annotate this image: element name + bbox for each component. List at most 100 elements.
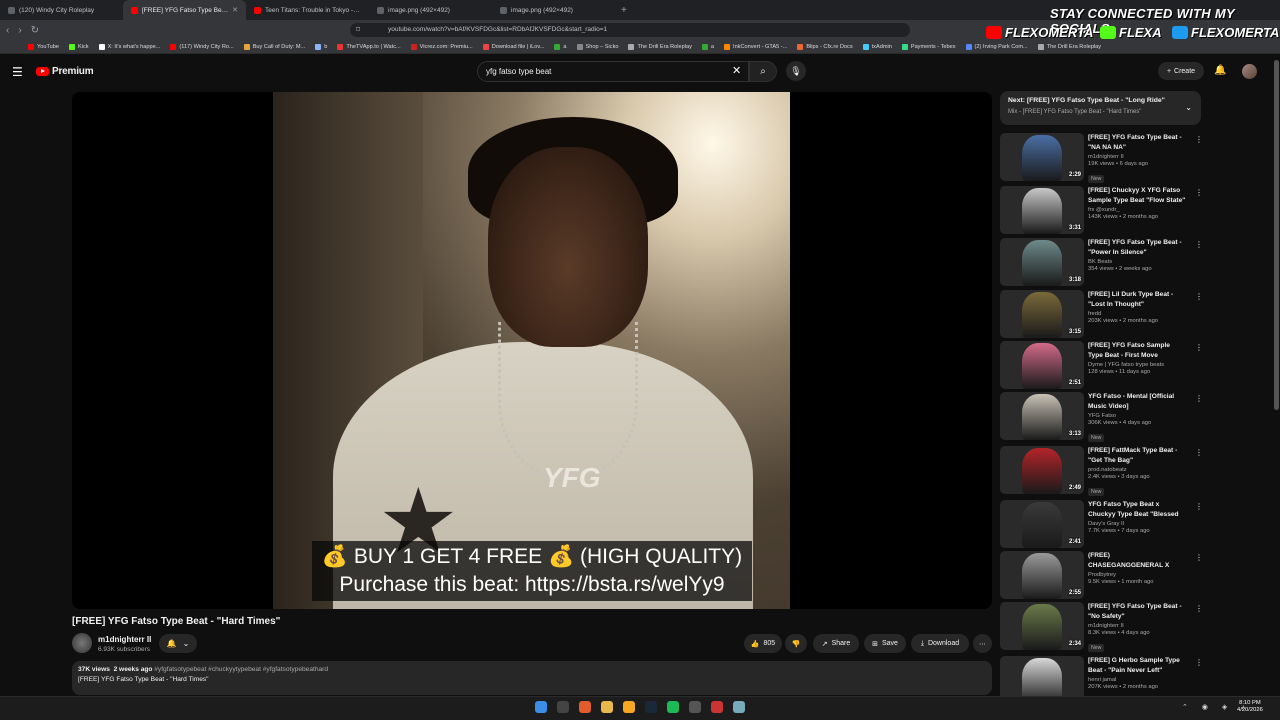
save-button[interactable]: ⊞ Save: [864, 634, 906, 653]
subscribed-button[interactable]: 🔔 ⌄: [159, 634, 197, 653]
windows-start-icon[interactable]: [535, 701, 547, 713]
tab-close-icon[interactable]: ✕: [232, 6, 238, 14]
like-button[interactable]: 👍 805: [744, 634, 782, 653]
video-thumbnail[interactable]: 2:51: [1000, 341, 1084, 389]
bookmark-item[interactable]: Download file | iLov...: [482, 43, 544, 50]
search-input[interactable]: yfg fatso type beat: [477, 61, 749, 82]
hashtags[interactable]: #yfgfatsotypebeat #chuckyytypebeat #yfgf…: [154, 666, 328, 673]
video-player[interactable]: ★ YFG: [72, 92, 992, 609]
youtube-premium-logo[interactable]: Premium: [36, 66, 94, 77]
bookmark-item[interactable]: X: It's what's happe...: [98, 43, 160, 50]
bookmark-item[interactable]: The Drill Era Roleplay: [1037, 43, 1101, 50]
more-options-icon[interactable]: ⋮: [1195, 604, 1203, 613]
recommended-title[interactable]: [FREE] YFG Fatso Type Beat - "NA NA NA": [1088, 133, 1186, 153]
bookmark-item[interactable]: InkConvert - GTA5 -...: [724, 43, 787, 50]
recommended-title[interactable]: [FREE] YFG Fatso Sample Type Beat - Firs…: [1088, 341, 1186, 361]
more-options-icon[interactable]: ⋮: [1195, 394, 1203, 403]
bookmark-item[interactable]: Buy Call of Duty: M...: [243, 43, 305, 50]
app-icon[interactable]: [689, 701, 701, 713]
more-options-icon[interactable]: ⋮: [1195, 553, 1203, 562]
recommended-channel[interactable]: prod.natobeatz: [1088, 467, 1186, 473]
bookmark-item[interactable]: a: [554, 43, 567, 50]
scrollbar-thumb[interactable]: [1274, 60, 1279, 410]
search-icon[interactable]: [557, 701, 569, 713]
video-thumbnail[interactable]: 3:18: [1000, 238, 1084, 286]
address-bar[interactable]: ⌑ youtube.com/watch?v=bAf/KVSFDGc&list=R…: [350, 23, 910, 37]
bookmark-item[interactable]: Shop – Sicko: [576, 43, 618, 50]
bookmark-item[interactable]: YouTube: [28, 43, 59, 50]
recommended-channel[interactable]: Prodbytrey: [1088, 572, 1186, 578]
video-thumbnail[interactable]: 2:34: [1000, 602, 1084, 650]
recommended-video[interactable]: 2:34 [FREE] YFG Fatso Type Beat - "No Saf…: [1000, 602, 1203, 652]
browser-tab[interactable]: (120) Windy City Roleplay: [0, 0, 123, 20]
download-button[interactable]: ⤓ Download: [911, 634, 969, 653]
more-options-icon[interactable]: ⋮: [1195, 343, 1203, 352]
menu-icon[interactable]: ☰: [12, 65, 23, 79]
recommended-channel[interactable]: henri jamal: [1088, 677, 1186, 683]
recommended-channel[interactable]: fredd: [1088, 311, 1186, 317]
notifications-bell-icon[interactable]: 🔔: [1214, 65, 1226, 76]
notepad-icon[interactable]: [733, 701, 745, 713]
app-icon[interactable]: [711, 701, 723, 713]
more-options-icon[interactable]: ⋮: [1195, 135, 1203, 144]
channel-avatar[interactable]: [72, 633, 92, 653]
recommended-title[interactable]: [FREE] G Herbo Sample Type Beat - "Pain …: [1088, 656, 1186, 676]
recommended-video[interactable]: 3:31 [FREE] Chuckyy X YFG Fatso Sample Ty…: [1000, 186, 1203, 236]
recommended-title[interactable]: [FREE] YFG Fatso Type Beat - "Power In S…: [1088, 238, 1186, 258]
create-button[interactable]: + Create: [1158, 62, 1204, 80]
spotify-icon[interactable]: [667, 701, 679, 713]
recommended-channel[interactable]: YFG Fatso: [1088, 413, 1186, 419]
forward-arrow-icon[interactable]: ›: [18, 25, 21, 36]
clear-search-icon[interactable]: ✕: [732, 64, 741, 77]
recommended-channel[interactable]: Dyme | YFG fatso trype beats: [1088, 362, 1186, 368]
channel-name[interactable]: m1dnighterr II: [98, 635, 151, 644]
new-tab-button[interactable]: +: [621, 5, 627, 16]
video-thumbnail[interactable]: 3:31: [1000, 186, 1084, 234]
recommended-video[interactable]: 3:13 YFG Fatso - Mental [Official Music V…: [1000, 392, 1203, 442]
bookmark-item[interactable]: Kick: [68, 43, 89, 50]
recommended-video[interactable]: 2:49 [FREE] FattMack Type Beat - "Get The…: [1000, 446, 1203, 496]
recommended-video[interactable]: 2:55 (FREE) CHASEGANGGENERAL X BABY WALK …: [1000, 551, 1203, 601]
recommended-title[interactable]: YFG Fatso - Mental [Official Music Video…: [1088, 392, 1186, 412]
search-icon[interactable]: ⌕: [749, 61, 777, 82]
recommended-video[interactable]: 3:18 [FREE] YFG Fatso Type Beat - "Power …: [1000, 238, 1203, 288]
recommended-title[interactable]: [FREE] Chuckyy X YFG Fatso Sample Type B…: [1088, 186, 1186, 206]
chevron-down-icon[interactable]: ⌄: [1185, 103, 1192, 112]
browser-tab[interactable]: image.png (492×492): [369, 0, 492, 20]
video-thumbnail[interactable]: 2:49: [1000, 446, 1084, 494]
recommended-channel[interactable]: BK Beats: [1088, 259, 1186, 265]
bookmark-item[interactable]: b: [315, 43, 327, 50]
recommended-video[interactable]: 2:51 [FREE] YFG Fatso Sample Type Beat - …: [1000, 341, 1203, 391]
more-actions-icon[interactable]: ⋯: [973, 634, 992, 653]
recommended-channel[interactable]: m1dnighterr II: [1088, 623, 1186, 629]
brave-browser-icon[interactable]: [579, 701, 591, 713]
browser-tab-active[interactable]: [FREE] YFG Fatso Type Beat - ✕: [123, 0, 246, 20]
video-thumbnail[interactable]: 2:55: [1000, 551, 1084, 599]
bookmark-item[interactable]: TheTVApp.to | Watc...: [337, 43, 401, 50]
video-thumbnail[interactable]: 2:29: [1000, 133, 1084, 181]
bookmark-item[interactable]: txAdmin: [862, 43, 892, 50]
app-icon[interactable]: [623, 701, 635, 713]
dislike-button[interactable]: 👎: [785, 634, 807, 653]
share-button[interactable]: ↗ Share: [813, 634, 859, 653]
video-thumbnail[interactable]: 2:41: [1000, 500, 1084, 548]
browser-tab[interactable]: Teen Titans: Trouble in Tokyo - Yo: [246, 0, 369, 20]
recommended-video[interactable]: 2:41 YFG Fatso Type Beat x Chuckyy Type B…: [1000, 500, 1203, 550]
more-options-icon[interactable]: ⋮: [1195, 502, 1203, 511]
recommended-title[interactable]: YFG Fatso Type Beat x Chuckyy Type Beat …: [1088, 500, 1186, 520]
file-explorer-icon[interactable]: [601, 701, 613, 713]
bookmark-item[interactable]: The Drill Era Roleplay: [628, 43, 692, 50]
more-options-icon[interactable]: ⋮: [1195, 240, 1203, 249]
recommended-channel[interactable]: m1dnighterr II: [1088, 154, 1186, 160]
description-box[interactable]: 37K views 2 weeks ago #yfgfatsotypebeat …: [72, 661, 992, 695]
bookmark-item[interactable]: (2) Irving Park Com...: [965, 43, 1028, 50]
recommended-title[interactable]: [FREE] YFG Fatso Type Beat - "No Safety": [1088, 602, 1186, 622]
recommended-title[interactable]: (FREE) CHASEGANGGENERAL X BABY WALK X GG…: [1088, 551, 1186, 571]
recommended-video[interactable]: 3:15 [FREE] Lil Durk Type Beat - "Lost In…: [1000, 290, 1203, 340]
taskbar-clock[interactable]: 8:10 PM 4/20/2026: [1237, 700, 1263, 714]
back-arrow-icon[interactable]: ‹: [6, 25, 9, 36]
video-thumbnail[interactable]: 3:15: [1000, 290, 1084, 338]
recommended-channel[interactable]: frx @xundr_: [1088, 207, 1186, 213]
bookmark-item[interactable]: a: [701, 43, 714, 50]
more-options-icon[interactable]: ⋮: [1195, 658, 1203, 667]
